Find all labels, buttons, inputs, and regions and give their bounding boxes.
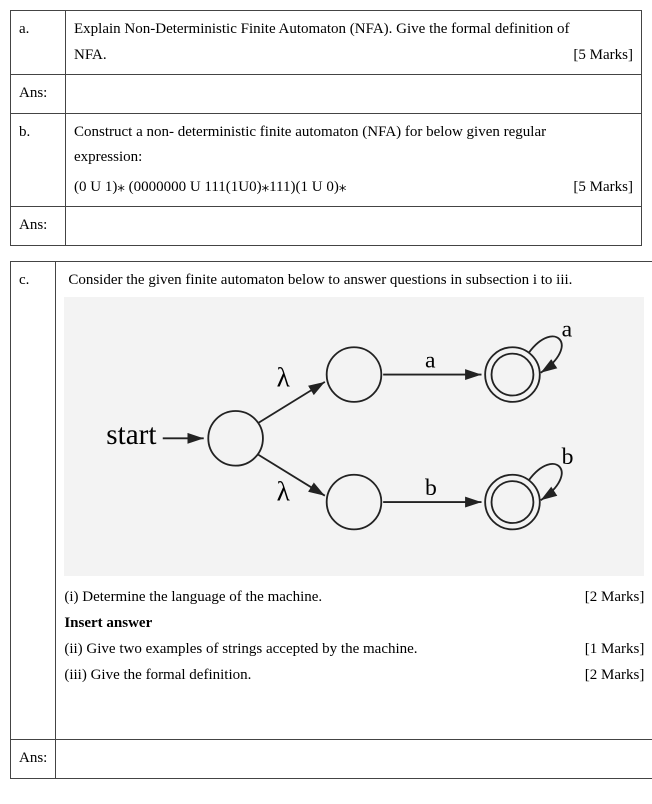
row-a-ans: Ans: [11,75,642,114]
row-c-content: Consider the given finite automaton belo… [56,261,652,740]
row-b-text-line3: (0 U 1)⁎ (0000000 U 111(1U0)⁎111)(1 U 0)… [74,179,346,195]
loop-a-label: a [562,316,573,342]
automaton-diagram: start λ λ a [64,297,644,576]
row-a-ans-label: Ans: [11,75,66,114]
row-a-label: a. [11,11,66,75]
insert-answer: Insert answer [64,610,644,636]
row-c-intro: Consider the given finite automaton belo… [68,268,644,294]
row-b: b. Construct a non- deterministic finite… [11,113,642,207]
sub-iii-wrap: (iii) Give the formal definition. [2 Mar… [64,662,644,688]
row-c-ans-label: Ans: [11,740,56,779]
state-lower-accept-outer [485,475,540,530]
row-c: c. Consider the given finite automaton b… [11,261,652,740]
row-b-ans-content [66,207,642,246]
row-a-ans-content [66,75,642,114]
sub-ii-text: (ii) Give two examples of strings accept… [64,641,417,657]
automaton-svg: start λ λ a [74,309,634,564]
row-b-marks: [5 Marks] [573,175,633,201]
row-b-text-line1: Construct a non- deterministic finite au… [74,120,633,146]
sub-i-wrap: (i) Determine the language of the machin… [64,584,644,610]
state-upper-mid [327,347,382,402]
edge-lambda-upper [259,382,325,423]
row-b-ans: Ans: [11,207,642,246]
row-a-marks: [5 Marks] [573,43,633,69]
spacer [64,688,644,733]
row-b-text-line2: expression: [74,145,633,171]
sub-iii-marks: [2 Marks] [585,663,645,687]
row-a: a. Explain Non-Deterministic Finite Auto… [11,11,642,75]
row-a-text-line2: NFA. [74,47,107,63]
lambda-upper-label: λ [277,362,291,392]
state-initial [209,411,264,466]
loop-b-label: b [562,444,574,470]
edge-a-label: a [425,347,436,373]
sub-iii-text: (iii) Give the formal definition. [64,667,251,683]
sub-i-marks: [2 Marks] [585,585,645,609]
lambda-lower-label: λ [277,476,291,506]
row-a-text-line2-wrap: NFA. [5 Marks] [74,43,633,69]
edge-b-label: b [425,475,437,501]
row-a-text-line1: Explain Non-Deterministic Finite Automat… [74,17,633,43]
row-b-ans-label: Ans: [11,207,66,246]
row-b-text-line3-wrap: (0 U 1)⁎ (0000000 U 111(1U0)⁎111)(1 U 0)… [74,175,633,201]
edge-lambda-lower [259,455,325,496]
row-c-ans-content [56,740,652,779]
row-a-content: Explain Non-Deterministic Finite Automat… [66,11,642,75]
row-c-label: c. [11,261,56,740]
row-b-label: b. [11,113,66,207]
sub-ii-wrap: (ii) Give two examples of strings accept… [64,636,644,662]
question-table-2: c. Consider the given finite automaton b… [10,261,652,779]
state-lower-mid [327,475,382,530]
row-c-ans: Ans: [11,740,652,779]
row-b-content: Construct a non- deterministic finite au… [66,113,642,207]
question-table-1: a. Explain Non-Deterministic Finite Auto… [10,10,642,246]
start-label: start [107,419,157,451]
state-upper-accept-outer [485,347,540,402]
sub-i-text: (i) Determine the language of the machin… [64,589,322,605]
